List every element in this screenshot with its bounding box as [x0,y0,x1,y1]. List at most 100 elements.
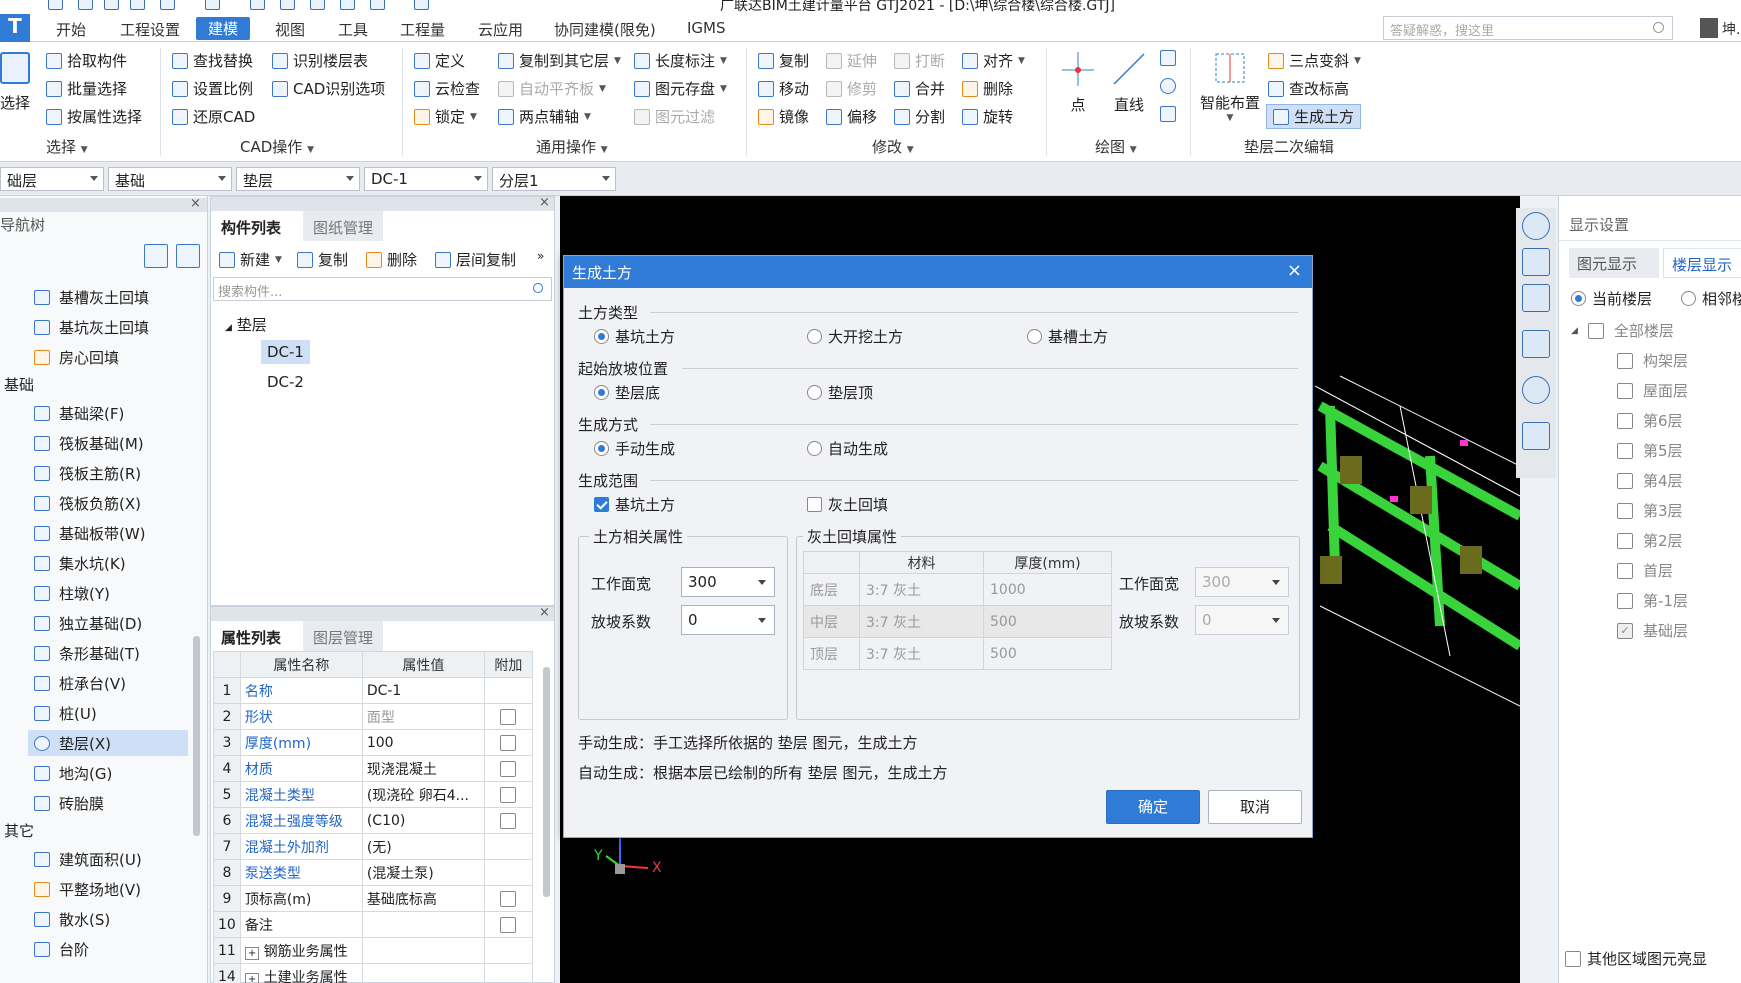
extend-button[interactable]: 延伸 [826,50,877,71]
nav-item[interactable]: 散水(S) [34,906,110,932]
radio-cushion-bottom[interactable]: 垫层底 [594,382,660,403]
nav-group-foundation[interactable]: 基础 [4,374,34,395]
table-row[interactable]: 11 + 钢筋业务属性 [213,937,533,964]
avatar[interactable] [1700,18,1718,38]
arc-icon[interactable] [1160,50,1176,66]
menu-tools[interactable]: 工具 [338,19,368,40]
delete-component-button[interactable]: 删除 [366,249,417,270]
tab-layer-manage[interactable]: 图层管理 [303,621,384,651]
find-replace-button[interactable]: 查找替换 [172,50,253,71]
align-button[interactable]: 对齐 ▼ [962,50,1025,71]
close-icon[interactable]: × [539,605,550,620]
app-logo-icon[interactable]: T [0,14,30,42]
select-icon[interactable] [0,52,30,84]
search-icon[interactable] [533,283,543,293]
save-icon[interactable] [48,0,63,10]
new-file-icon[interactable] [78,0,93,10]
floor-select[interactable]: 础层 [0,167,104,191]
close-icon[interactable]: × [190,196,201,211]
generate-earthwork-button[interactable]: 生成土方 [1266,104,1362,129]
nav-item[interactable]: 基础梁(F) [34,400,124,426]
tree-item-dc1[interactable]: DC-1 [261,340,310,364]
checkbox-lime-fill[interactable]: 灰土回填 [807,494,888,515]
component-select[interactable]: DC-1 [364,167,488,191]
radio-cushion-top[interactable]: 垫层顶 [807,382,873,403]
floor-item[interactable]: 第2层 [1617,530,1683,551]
tree-view-icon[interactable] [176,244,200,268]
open-icon[interactable] [104,0,119,10]
list-view-icon[interactable] [144,244,168,268]
table-row[interactable]: 1 名称 DC-1 [213,677,533,704]
nav-item[interactable]: 集水坑(K) [34,550,126,576]
expand-icon[interactable]: + [244,972,260,983]
more-icon[interactable]: » [537,249,544,263]
table-row[interactable]: 顶层 3:7 灰土 500 [803,637,1112,670]
checkbox[interactable] [500,760,517,777]
slope-coef-select[interactable]: 0 [681,605,775,635]
three-point-slope-button[interactable]: 三点变斜 ▼ [1268,50,1361,71]
floor-item[interactable]: 第5层 [1617,440,1683,461]
nav-item[interactable]: 筏板负筋(X) [34,490,141,516]
nav-item[interactable]: 砖胎膜 [34,790,104,816]
copy-component-button[interactable]: 复制 [297,249,348,270]
floor-item[interactable]: 第3层 [1617,500,1683,521]
nav-item[interactable]: 建筑面积(U) [34,846,142,872]
menu-collab[interactable]: 协同建模(限免) [554,19,656,40]
nav-item-trench-fill[interactable]: 基槽灰土回填 [34,284,149,310]
view-3d-icon[interactable] [1522,284,1550,312]
two-point-axis-button[interactable]: 两点辅轴 ▼ [498,106,591,127]
dialog-close-icon[interactable]: × [1287,260,1302,281]
rotate-view-icon[interactable] [1522,376,1550,404]
checkbox[interactable] [500,890,517,907]
nav-item-room-fill[interactable]: 房心回填 [34,344,119,370]
menu-modeling[interactable]: 建模 [196,17,251,40]
work-width-select[interactable]: 300 [681,567,775,597]
layout-icon[interactable] [370,0,385,10]
rotate-button[interactable]: 旋转 [962,106,1013,127]
table-row[interactable]: 14 + 土建业务属性 [213,963,533,983]
checkbox[interactable] [500,734,517,751]
checkbox-pit-earth[interactable]: 基坑土方 [594,494,675,515]
copy-to-floor-button[interactable]: 复制到其它层 ▼ [498,50,621,71]
nav-item[interactable]: 筏板主筋(R) [34,460,141,486]
ok-button[interactable]: 确定 [1106,790,1200,824]
radio-trench-earth[interactable]: 基槽土方 [1027,326,1108,347]
help-search-input[interactable]: 答疑解惑，搜这里 [1383,16,1673,40]
floor-item[interactable]: 首层 [1617,560,1673,581]
nav-item-pit-fill[interactable]: 基坑灰土回填 [34,314,149,340]
rectangle-icon[interactable] [1160,106,1176,122]
draw-line-button[interactable]: 直线 [1108,48,1150,115]
view-2d-icon[interactable] [1522,248,1550,276]
tab-component-list[interactable]: 构件列表 [211,211,292,241]
table-row[interactable]: 6 混凝土强度等级 (C10) [213,807,533,834]
restore-cad-button[interactable]: 还原CAD [172,106,255,127]
smart-layout-button[interactable]: 智能布置 ▼ [1198,48,1262,123]
nav-group-other[interactable]: 其它 [4,820,34,841]
menu-cloud[interactable]: 云应用 [478,19,523,40]
select-button[interactable]: 选择 [0,92,30,113]
set-scale-button[interactable]: 设置比例 [172,78,253,99]
zoom-icon[interactable] [280,0,295,10]
scrollbar[interactable] [193,636,200,836]
checkbox[interactable] [500,916,517,933]
table-row[interactable]: 10 备注 [213,911,533,938]
identify-floor-table-button[interactable]: 识别楼层表 [272,50,368,71]
floor-item-foundation[interactable]: ✓ 基础层 [1617,620,1688,641]
nav-item[interactable]: 台阶 [34,936,89,962]
nav-item[interactable]: 基础板带(W) [34,520,146,546]
move-button[interactable]: 移动 [758,78,809,99]
lime-work-width-select[interactable]: 300 [1195,567,1289,597]
menu-start[interactable]: 开始 [56,19,86,40]
tab-element-display[interactable]: 图元显示 [1569,248,1659,278]
checkbox[interactable] [500,786,517,803]
tree-item-dc2[interactable]: DC-2 [267,373,304,391]
break-button[interactable]: 打断 [894,50,945,71]
radio-current-floor[interactable]: 当前楼层 [1571,288,1652,309]
nav-item[interactable]: 地沟(G) [34,760,112,786]
cloud-check-button[interactable]: 云检查 [414,78,480,99]
nav-item[interactable]: 桩(U) [34,700,97,726]
radio-manual-generate[interactable]: 手动生成 [594,438,675,459]
grid-view-icon[interactable] [1522,422,1550,450]
table-row[interactable]: 9 顶标高(m) 基础底标高 [213,885,533,912]
cancel-button[interactable]: 取消 [1208,790,1302,824]
